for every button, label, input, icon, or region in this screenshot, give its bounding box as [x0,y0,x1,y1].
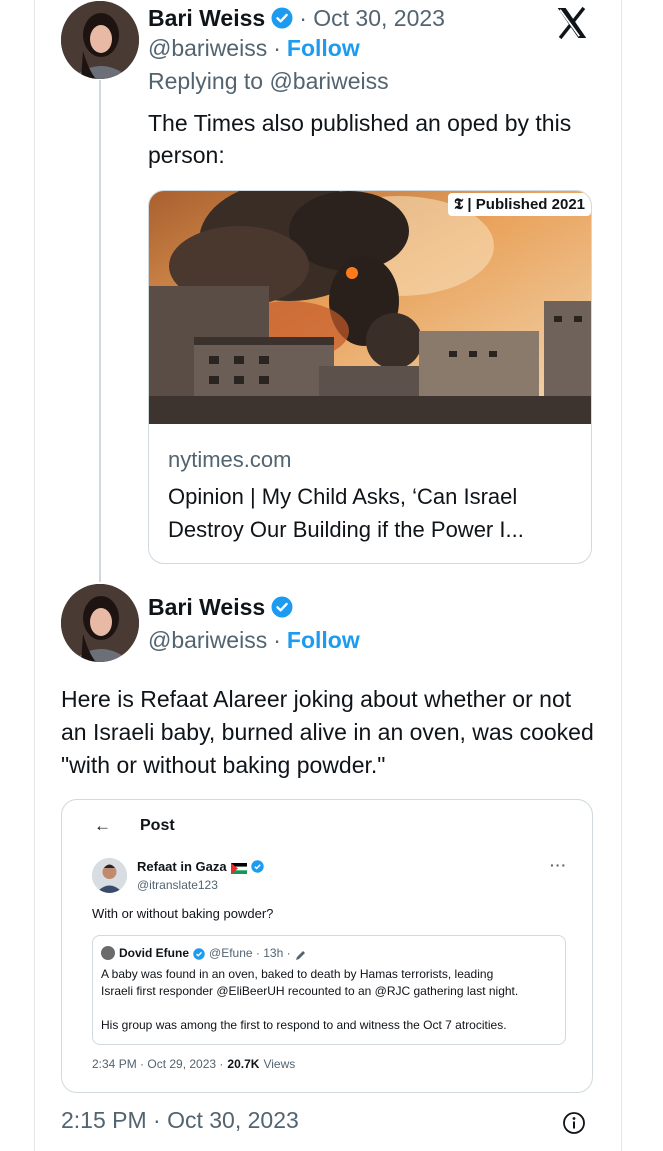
post-header: Post [140,817,175,834]
thread-line [99,80,101,582]
link-domain: nytimes.com [168,447,292,472]
follow-button[interactable]: Follow [287,627,360,654]
separator: · [273,627,281,653]
author-handle[interactable]: @bariweiss [148,35,267,62]
embedded-post-text: With or without baking powder? [92,906,274,921]
article-image: 𝕿 | Published 2021 [149,191,591,424]
quoted-post: Dovid Efune @Efune · 13h · A baby was fo… [92,935,566,1045]
embedded-timestamp: 2:34 PM · Oct 29, 2023 · [92,1057,224,1071]
tweet-text: The Times also published an oped by this… [148,110,572,168]
info-icon[interactable] [562,1111,586,1135]
palestinian-flag-icon [230,861,247,874]
pencil-icon [295,948,306,960]
replying-to[interactable]: Replying to @bariweiss [148,68,389,95]
author-name[interactable]: Bari Weiss [148,5,265,32]
avatar [92,858,127,893]
tweet-timestamp[interactable]: 2:15 PM · Oct 30, 2023 [61,1107,299,1134]
verified-badge-icon [193,947,205,960]
embedded-author-name: Refaat in Gaza [137,859,227,874]
avatar[interactable] [61,584,139,662]
published-badge: 𝕿 | Published 2021 [448,193,591,216]
verified-badge-icon [271,596,293,618]
separator: · [273,35,281,61]
quoted-text-line-2: Israeli first responder @EliBeerUH recou… [101,984,519,998]
views-count: 20.7K [227,1057,260,1071]
quoted-author-handle: @Efune · 13h · [209,946,291,960]
more-icon: ··· [550,857,567,873]
quoted-text-line-3: His group was among the first to respond… [101,1018,507,1032]
verified-badge-icon [250,860,264,873]
author-name[interactable]: Bari Weiss [148,594,265,621]
quoted-author-name: Dovid Efune [119,946,190,960]
published-label: | Published 2021 [467,196,585,213]
quoted-text-line-1: A baby was found in an oven, baked to de… [101,967,494,981]
author-handle[interactable]: @bariweiss [148,627,267,654]
x-logo-icon[interactable] [553,4,591,42]
link-title: Opinion | My Child Asks, ‘Can Israel Des… [168,484,524,542]
embedded-author-handle: @itranslate123 [137,878,218,892]
tweet-text: Here is Refaat Alareer joking about whet… [61,686,594,778]
nyt-logo-icon: 𝕿 [454,196,464,213]
link-card[interactable]: 𝕿 | Published 2021 nytimes.com Opinion |… [148,190,592,564]
avatar[interactable] [61,1,139,79]
follow-button[interactable]: Follow [287,35,360,62]
embedded-post-screenshot[interactable]: ← Post Refaat in Gaza @itranslate123 ···… [61,799,593,1093]
avatar [101,946,115,960]
verified-badge-icon [271,7,293,29]
back-arrow-icon: ← [94,816,111,835]
views-label: Views [263,1057,296,1071]
tweet-date[interactable]: · Oct 30, 2023 [299,5,445,32]
